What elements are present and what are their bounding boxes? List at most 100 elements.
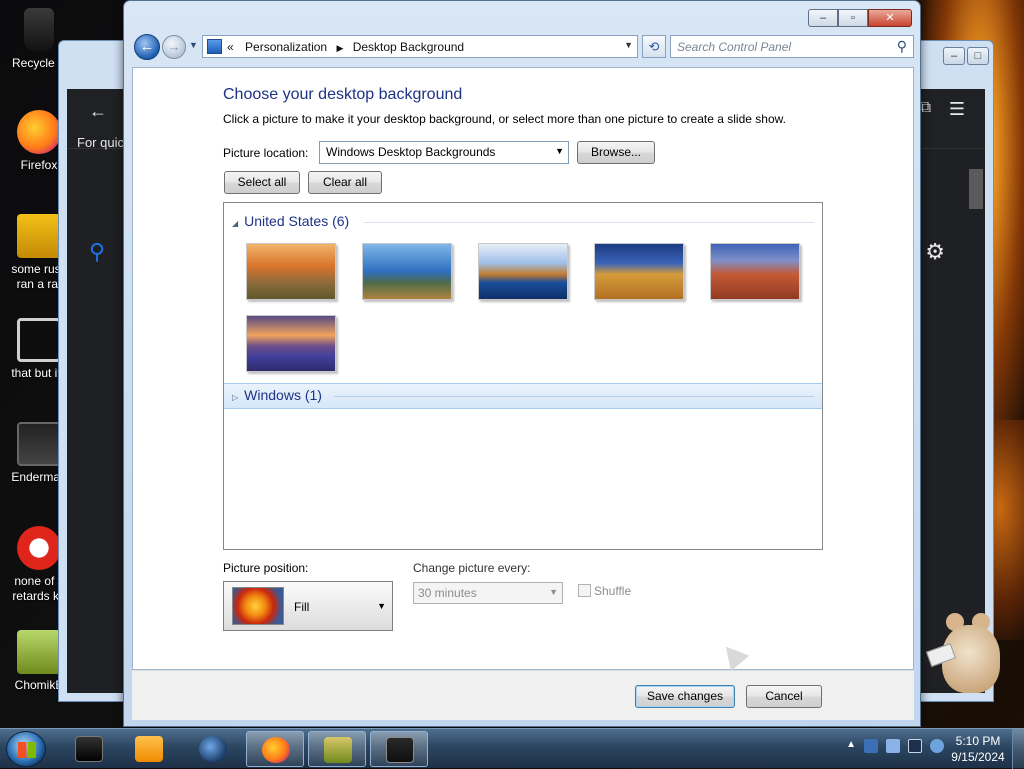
recent-pages-dropdown[interactable]: ▼ xyxy=(189,40,198,50)
thumbnail-sea-stack-reflection[interactable] xyxy=(478,243,568,300)
system-clock[interactable]: 5:10 PM 9/15/2024 xyxy=(946,733,1010,765)
position-preview-image xyxy=(232,587,284,625)
copy-icon xyxy=(17,318,61,362)
breadcrumb: « Personalization ▶ Desktop Background xyxy=(227,40,464,54)
dialog-footer: Save changes Cancel xyxy=(132,670,914,720)
chomikbox-icon xyxy=(324,737,352,763)
group-header-united-states[interactable]: ◢ United States (6) xyxy=(232,213,349,229)
taskbar-item-control-panel[interactable] xyxy=(370,731,428,767)
select-all-button[interactable]: Select all xyxy=(224,171,300,194)
windows-logo-icon xyxy=(18,742,36,758)
address-bar[interactable]: « Personalization ▶ Desktop Background ▼ xyxy=(202,35,638,58)
terminal-icon xyxy=(75,736,103,762)
background-window-caption-buttons: – □ xyxy=(943,47,989,65)
recycle-bin-icon xyxy=(24,8,54,52)
file-icon xyxy=(17,214,61,258)
picture-position-value: Fill xyxy=(294,600,310,614)
hamster-desktop-pet[interactable] xyxy=(926,605,1004,695)
menu-icon[interactable]: ☰ xyxy=(949,99,965,120)
taskbar-item-firefox[interactable] xyxy=(246,731,304,767)
action-center-icon[interactable] xyxy=(886,739,900,753)
thumbnail-hay-bale-field[interactable] xyxy=(594,243,684,300)
group-divider xyxy=(364,222,814,223)
search-icon[interactable]: ⚲ xyxy=(89,239,105,265)
collapse-triangle-icon: ◢ xyxy=(232,219,239,228)
refresh-button[interactable]: ⟲ xyxy=(642,35,666,58)
clock-date: 9/15/2024 xyxy=(951,750,1005,764)
globe-icon xyxy=(199,736,227,762)
show-desktop-button[interactable] xyxy=(1012,729,1024,769)
save-changes-button[interactable]: Save changes xyxy=(635,685,735,708)
thumbnail-delicate-arch[interactable] xyxy=(710,243,800,300)
media-player-icon xyxy=(135,736,163,762)
breadcrumb-desktop-background[interactable]: Desktop Background xyxy=(353,40,464,54)
display-icon[interactable] xyxy=(908,739,922,753)
wallpaper-gallery: ◢ United States (6) ▷ Windows (1) xyxy=(223,202,823,550)
picture-position-select[interactable]: Fill ▼ xyxy=(223,581,393,631)
taskbar-item-terminal[interactable] xyxy=(60,731,118,767)
notification-area: ▲ xyxy=(846,739,944,753)
network-icon[interactable] xyxy=(864,739,878,753)
page-description: Click a picture to make it your desktop … xyxy=(223,112,786,126)
back-button[interactable]: ← xyxy=(134,34,160,60)
start-button[interactable] xyxy=(6,731,46,767)
search-input[interactable]: Search Control Panel xyxy=(677,40,791,54)
picture-location-value: Windows Desktop Backgrounds xyxy=(326,145,496,159)
change-picture-interval-value: 30 minutes xyxy=(418,586,477,600)
shuffle-checkbox[interactable]: Shuffle xyxy=(578,584,631,598)
app-icon xyxy=(17,526,61,570)
taskbar-item-chomikbox[interactable] xyxy=(308,731,366,767)
clock-time: 5:10 PM xyxy=(955,734,1001,748)
breadcrumb-personalization[interactable]: Personalization xyxy=(245,40,327,54)
gear-icon[interactable]: ⚙ xyxy=(925,239,945,265)
change-picture-interval-select[interactable]: 30 minutes ▼ xyxy=(413,582,563,604)
chevron-down-icon: ▼ xyxy=(549,587,558,597)
maximize-button[interactable]: ▫ xyxy=(838,9,868,27)
forward-button[interactable]: → xyxy=(162,35,186,59)
group-header-windows-selected[interactable]: ▷ Windows (1) xyxy=(224,383,822,409)
group-divider xyxy=(334,396,814,397)
monitor-icon xyxy=(386,737,414,763)
group-title: United States (6) xyxy=(244,213,350,229)
breadcrumb-root-marker[interactable]: « xyxy=(227,40,234,54)
cancel-button[interactable]: Cancel xyxy=(746,685,822,708)
page-title: Choose your desktop background xyxy=(223,86,463,103)
content-pane: Choose your desktop background Click a p… xyxy=(132,67,914,672)
firefox-icon xyxy=(262,737,290,763)
extensions-icon[interactable]: ⧉ xyxy=(920,99,931,117)
show-hidden-icons-icon[interactable]: ▲ xyxy=(846,739,856,753)
arrow-left-icon[interactable]: ← xyxy=(89,101,107,122)
shuffle-label: Shuffle xyxy=(594,584,632,598)
navigation-bar: ← → ▼ « Personalization ▶ Desktop Backgr… xyxy=(132,34,914,60)
clear-all-button[interactable]: Clear all xyxy=(308,171,382,194)
thumbnail-lighthouse-coast[interactable] xyxy=(362,243,452,300)
chevron-down-icon: ▼ xyxy=(377,601,386,611)
chomikbox-icon xyxy=(17,630,61,674)
minimize-button[interactable]: – xyxy=(808,9,838,27)
chevron-down-icon[interactable]: ▼ xyxy=(624,40,633,50)
control-panel-window: – ▫ ✕ ← → ▼ « Personalization ▶ Desktop … xyxy=(123,0,921,727)
firefox-icon xyxy=(17,110,61,154)
thumbnail-lupine-lake-dusk[interactable] xyxy=(246,315,336,372)
search-icon[interactable]: ⚲ xyxy=(897,38,907,55)
group-header-windows[interactable]: ▷ Windows (1) xyxy=(232,387,322,403)
search-box[interactable]: Search Control Panel ⚲ xyxy=(670,35,914,58)
checkbox-box[interactable] xyxy=(578,584,591,597)
close-button[interactable]: ✕ xyxy=(868,9,912,27)
volume-icon[interactable] xyxy=(930,739,944,753)
taskbar-item-media-player[interactable] xyxy=(120,731,178,767)
picture-location-select[interactable]: Windows Desktop Backgrounds ▼ xyxy=(319,141,569,164)
expand-triangle-icon: ▷ xyxy=(232,393,239,402)
enderman-icon xyxy=(17,422,61,466)
maximize-icon[interactable]: □ xyxy=(967,47,989,65)
change-picture-label: Change picture every: xyxy=(413,561,531,575)
minimize-icon[interactable]: – xyxy=(943,47,965,65)
browse-button[interactable]: Browse... xyxy=(577,141,655,164)
window-caption-buttons: – ▫ ✕ xyxy=(808,9,912,27)
mouse-cursor-icon xyxy=(716,638,750,672)
scrollbar-thumb[interactable] xyxy=(969,169,983,209)
taskbar: ▲ 5:10 PM 9/15/2024 xyxy=(0,728,1024,769)
thumbnail-sunset-meadow[interactable] xyxy=(246,243,336,300)
chevron-right-icon[interactable]: ▶ xyxy=(336,43,343,53)
taskbar-item-globe[interactable] xyxy=(184,731,242,767)
